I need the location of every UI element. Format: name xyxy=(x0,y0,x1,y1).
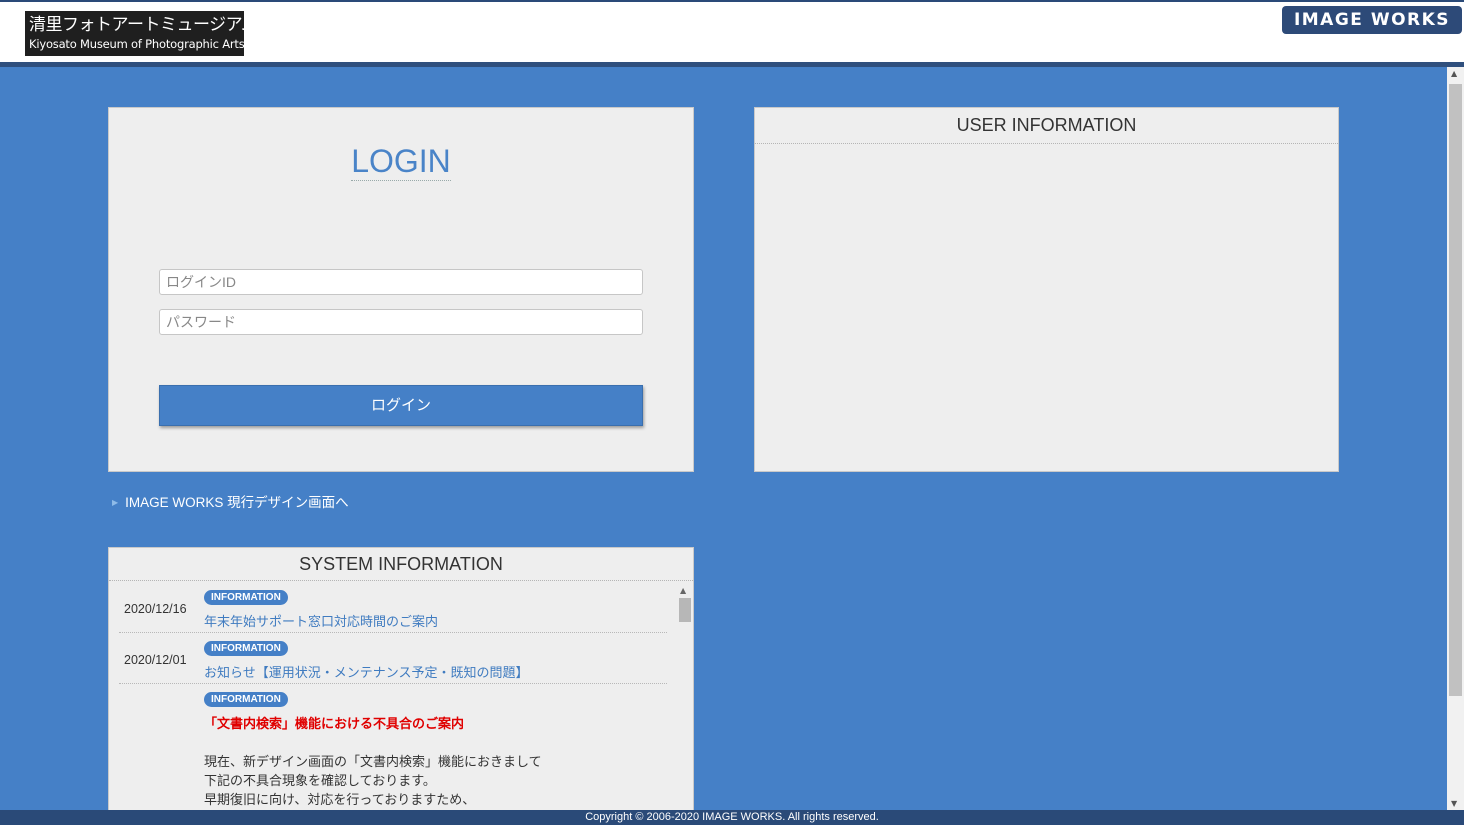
user-information-title: USER INFORMATION xyxy=(755,108,1338,144)
footer-copyright: Copyright © 2006-2020 IMAGE WORKS. All r… xyxy=(0,810,1464,825)
login-panel: LOGIN ログイン xyxy=(108,107,694,472)
news-item-expanded: INFORMATION 「文書内検索」機能における不具合のご案内 現在、新デザイ… xyxy=(119,684,667,816)
scroll-up-icon[interactable]: ▲ xyxy=(680,586,686,595)
news-list: 2020/12/16 INFORMATION 年末年始サポート窓口対応時間のご案… xyxy=(119,582,667,816)
user-information-panel: USER INFORMATION xyxy=(754,107,1339,472)
triangle-right-icon: ▶ xyxy=(112,498,119,507)
header: 清里フォトアートミュージアム Kiyosato Museum of Photog… xyxy=(0,2,1464,62)
news-badge: INFORMATION xyxy=(204,692,288,707)
page-scrollbar[interactable]: ▲ ▼ xyxy=(1447,67,1464,810)
news-body-line: 下記の不具合現象を確認しております。 xyxy=(204,773,436,788)
news-item: 2020/12/01 INFORMATION お知らせ【運用状況・メンテナンス予… xyxy=(119,633,667,684)
news-title-link[interactable]: お知らせ【運用状況・メンテナンス予定・既知の問題】 xyxy=(204,662,528,681)
legacy-design-link-label: IMAGE WORKS 現行デザイン画面へ xyxy=(125,495,349,510)
scroll-down-icon[interactable]: ▼ xyxy=(1451,799,1457,808)
news-body-line: 現在、新デザイン画面の「文書内検索」機能におきまして xyxy=(204,754,542,769)
news-item: 2020/12/16 INFORMATION 年末年始サポート窓口対応時間のご案… xyxy=(119,582,667,633)
logo-japanese-text: 清里フォトアートミュージアム xyxy=(29,15,258,35)
login-id-input[interactable] xyxy=(159,269,643,295)
logo-english-text: Kiyosato Museum of Photographic Arts xyxy=(29,37,245,51)
login-title: LOGIN xyxy=(109,142,693,181)
login-button[interactable]: ログイン xyxy=(159,385,643,426)
legacy-design-link[interactable]: ▶ IMAGE WORKS 現行デザイン画面へ xyxy=(112,491,349,511)
news-date: 2020/12/01 xyxy=(124,653,187,667)
news-title-alert[interactable]: 「文書内検索」機能における不具合のご案内 xyxy=(204,713,464,732)
scroll-up-icon[interactable]: ▲ xyxy=(1451,69,1457,78)
news-scrollbar-thumb[interactable] xyxy=(679,598,691,622)
news-body-line: 早期復旧に向け、対応を行っておりますため、 xyxy=(204,792,476,807)
news-body: 現在、新デザイン画面の「文書内検索」機能におきまして 下記の不具合現象を確認して… xyxy=(204,752,542,809)
header-divider xyxy=(0,62,1464,67)
system-information-panel: SYSTEM INFORMATION 2020/12/16 INFORMATIO… xyxy=(108,547,694,817)
news-title-link[interactable]: 年末年始サポート窓口対応時間のご案内 xyxy=(204,611,438,630)
news-badge: INFORMATION xyxy=(204,590,288,605)
news-badge: INFORMATION xyxy=(204,641,288,656)
image-works-logo: IMAGE WORKS xyxy=(1282,6,1462,34)
login-title-text: LOGIN xyxy=(351,143,451,181)
news-scrollbar[interactable]: ▲ xyxy=(677,584,692,816)
page-scrollbar-thumb[interactable] xyxy=(1449,84,1462,696)
system-information-title: SYSTEM INFORMATION xyxy=(109,548,693,581)
news-date: 2020/12/16 xyxy=(124,602,187,616)
password-input[interactable] xyxy=(159,309,643,335)
museum-logo[interactable]: 清里フォトアートミュージアム Kiyosato Museum of Photog… xyxy=(25,11,258,56)
